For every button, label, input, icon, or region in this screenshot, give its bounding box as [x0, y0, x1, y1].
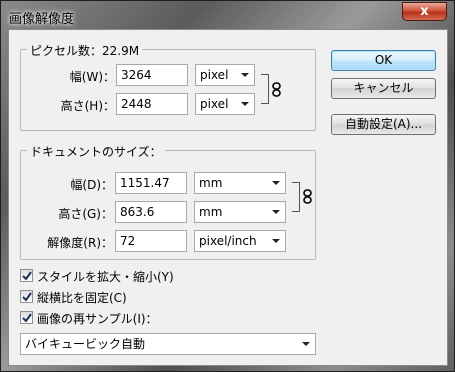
dialog-body: ピクセル数：22.9M 幅(W)： 3264 pixel 高さ(H)： 2448…	[8, 29, 448, 366]
pixel-dimensions-group: ピクセル数：22.9M 幅(W)： 3264 pixel 高さ(H)： 2448…	[20, 42, 316, 131]
chevron-down-icon	[241, 73, 249, 77]
resample-image-label: 画像の再サンプル(I)：	[37, 312, 158, 326]
checkmark-icon	[22, 292, 32, 302]
document-size-title: ドキュメントのサイズ：	[27, 143, 165, 160]
chevron-down-icon	[302, 342, 310, 346]
scale-styles-label: スタイルを拡大・縮小(Y)	[37, 270, 174, 284]
document-size-group: ドキュメントのサイズ： 幅(D)： 1151.47 mm 高さ(G)： 863.…	[20, 143, 316, 260]
checkbox-box	[20, 311, 33, 324]
close-button[interactable]: x	[402, 2, 447, 21]
cancel-button[interactable]: キャンセル	[331, 78, 436, 99]
auto-settings-button[interactable]: 自動設定(A)...	[331, 114, 436, 135]
ok-button[interactable]: OK	[331, 50, 436, 71]
doc-width-label: 幅(D)：	[70, 178, 113, 192]
resolution-input[interactable]: 72	[115, 230, 187, 252]
checkbox-box	[20, 269, 33, 282]
chevron-down-icon	[272, 181, 280, 185]
doc-width-input[interactable]: 1151.47	[115, 172, 187, 194]
document-link-bracket	[292, 182, 300, 212]
pixel-width-unit-select[interactable]: pixel	[195, 64, 255, 86]
constrain-proportions-checkbox[interactable]: 縦横比を固定(C)	[20, 289, 220, 305]
pixel-height-unit-select[interactable]: pixel	[195, 93, 255, 115]
pixel-width-input[interactable]: 3264	[116, 64, 188, 86]
chevron-down-icon	[272, 210, 280, 214]
checkmark-icon	[22, 271, 32, 281]
chain-link-icon	[303, 189, 312, 204]
checkbox-box	[20, 290, 33, 303]
doc-height-unit-select[interactable]: mm	[194, 201, 286, 223]
pixel-dimensions-title: ピクセル数：22.9M	[27, 42, 143, 59]
resample-image-checkbox[interactable]: 画像の再サンプル(I)：	[20, 310, 220, 326]
resolution-label: 解像度(R)：	[47, 236, 113, 250]
dialog-title: 画像解像度	[9, 12, 75, 27]
title-bar[interactable]: 画像解像度 x	[1, 1, 454, 29]
resample-method-select[interactable]: バイキュービック自動	[20, 333, 316, 355]
chain-link-icon	[272, 82, 281, 97]
resolution-unit: pixel/inch	[199, 234, 257, 248]
doc-width-unit-select[interactable]: mm	[194, 172, 286, 194]
pixel-height-input[interactable]: 2448	[116, 93, 188, 115]
checkmark-icon	[22, 313, 32, 323]
resample-method-value: バイキュービック自動	[25, 337, 146, 351]
doc-height-label: 高さ(G)：	[58, 207, 113, 221]
resolution-unit-select[interactable]: pixel/inch	[194, 230, 286, 252]
pixel-height-label: 高さ(H)：	[60, 99, 115, 113]
pixel-link-bracket	[261, 74, 269, 104]
pixel-width-label: 幅(W)：	[69, 70, 115, 84]
doc-height-input[interactable]: 863.6	[115, 201, 187, 223]
constrain-proportions-label: 縦横比を固定(C)	[37, 291, 127, 305]
pixel-height-unit: pixel	[200, 97, 229, 111]
chevron-down-icon	[241, 102, 249, 106]
image-size-dialog: 画像解像度 x ピクセル数：22.9M 幅(W)： 3264 pixel 高さ(…	[0, 0, 455, 372]
chevron-down-icon	[272, 239, 280, 243]
doc-height-unit: mm	[199, 205, 223, 219]
scale-styles-checkbox[interactable]: スタイルを拡大・縮小(Y)	[20, 268, 220, 284]
doc-width-unit: mm	[199, 176, 223, 190]
pixel-width-unit: pixel	[200, 68, 229, 82]
